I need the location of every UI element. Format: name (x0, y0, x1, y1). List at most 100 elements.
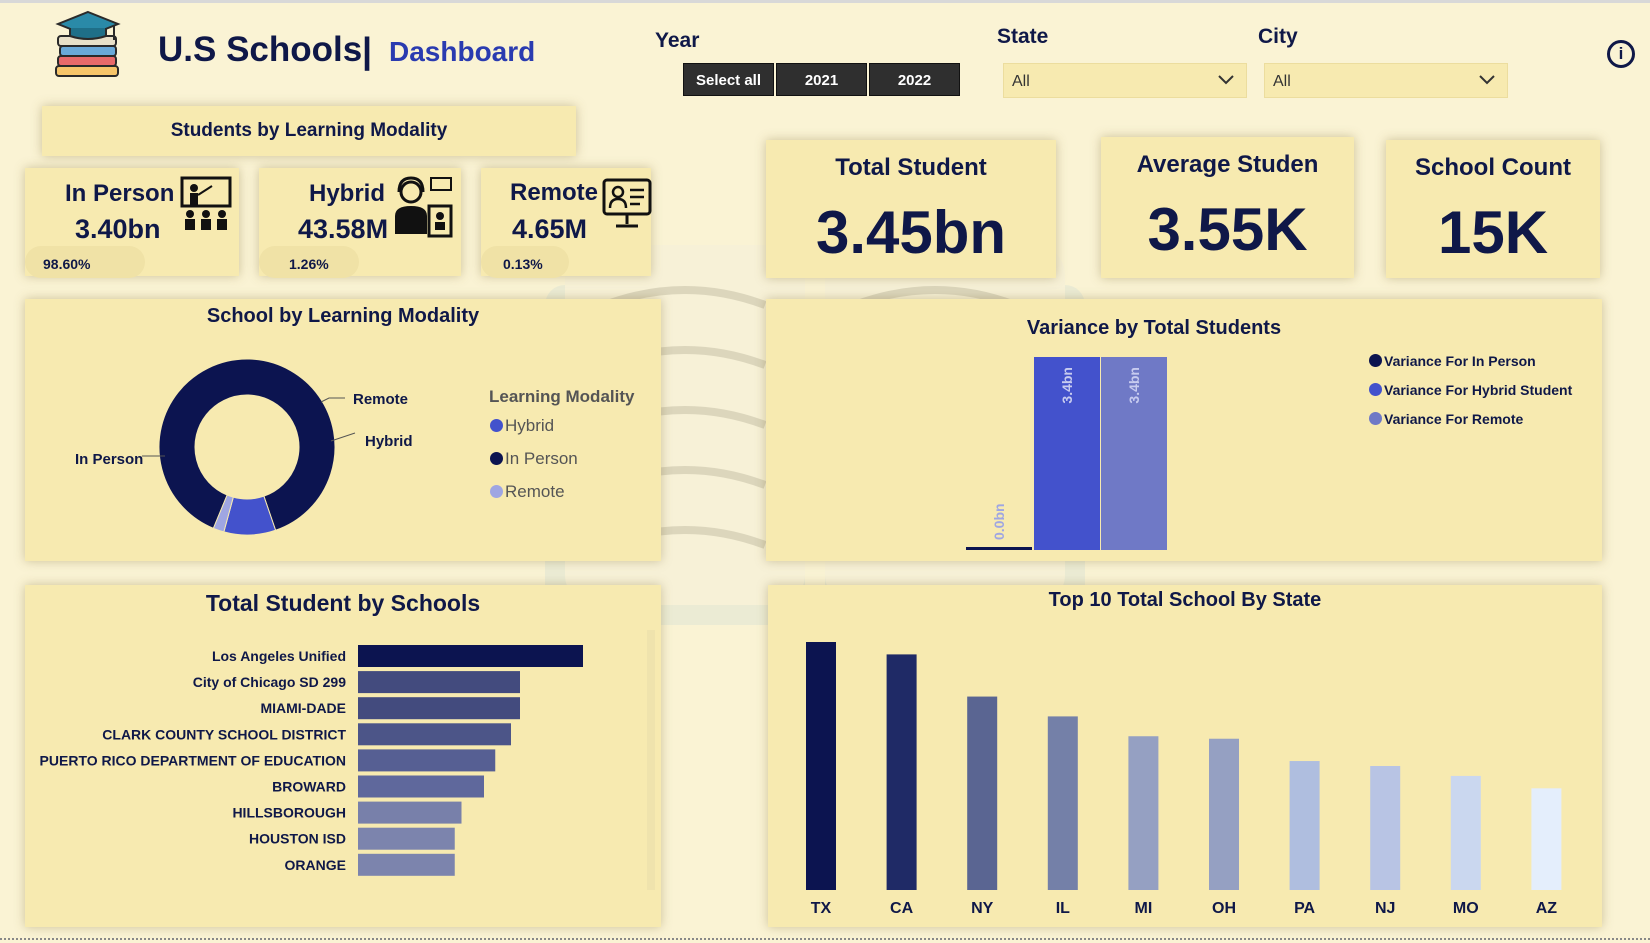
variance-data-label: 3.4bn (1059, 367, 1075, 404)
graduation-books-logo-icon (55, 10, 121, 77)
state-filter-label: State (997, 25, 1049, 48)
city-dropdown-value: All (1273, 73, 1291, 90)
state-dropdown-value: All (1012, 73, 1030, 90)
donut-label-remote: Remote (353, 391, 409, 408)
legend-item-variance-in-person[interactable]: Variance For In Person (1369, 353, 1536, 369)
column-tick-label: TX (811, 900, 832, 917)
column-tick-label: IL (1056, 900, 1070, 917)
kpi-total-student: Total Student 3.45bn (766, 140, 1056, 278)
column-bar[interactable] (886, 654, 917, 890)
app-title: U.S Schools (158, 30, 363, 69)
legend-item-variance-hybrid[interactable]: Variance For Hybrid Student (1369, 382, 1572, 398)
legend-dot (1369, 383, 1382, 396)
legend-label: Remote (505, 482, 565, 501)
column-bar[interactable] (1531, 788, 1562, 890)
state-dropdown[interactable]: All (1003, 63, 1247, 98)
column-bar[interactable] (1209, 738, 1239, 890)
year-2022-button[interactable]: 2022 (869, 63, 960, 96)
variance-bar-chart[interactable]: 0.0bn 3.4bn 3.4bn (766, 299, 1602, 561)
donut-label-hybrid: Hybrid (365, 433, 413, 450)
hbar-bar[interactable] (358, 827, 455, 850)
classroom-teacher-icon (180, 176, 232, 230)
year-select-all-button[interactable]: Select all (683, 63, 774, 96)
chevron-down-icon (1218, 75, 1234, 85)
title-separator: | (362, 30, 373, 71)
hbar-bar[interactable] (358, 801, 462, 824)
column-chart[interactable]: TX CA NY IL MI OH PA NJ MO AZ (768, 585, 1602, 927)
leader-line-remote (320, 397, 345, 403)
kpi-average-student-label: Average Studen (1136, 151, 1319, 178)
column-tick-label: NY (971, 900, 994, 917)
variance-data-label: 3.4bn (1126, 367, 1142, 404)
legend-item-hybrid[interactable]: Hybrid (490, 416, 554, 436)
remote-value: 4.65M (512, 214, 588, 244)
hbar-category-label: City of Chicago SD 299 (193, 674, 346, 690)
in-person-value: 3.40bn (75, 214, 161, 244)
kpi-total-student-value: 3.45bn (815, 199, 1007, 266)
kpi-total-student-label: Total Student (835, 154, 987, 181)
column-tick-label: OH (1212, 900, 1236, 917)
column-bar[interactable] (1047, 716, 1078, 890)
hbar-bar[interactable] (358, 645, 583, 667)
chevron-down-icon (1479, 75, 1495, 85)
variance-data-label: 0.0bn (991, 503, 1007, 540)
hbar-category-label: PUERTO RICO DEPARTMENT OF EDUCATION (40, 752, 346, 768)
hbar-bar[interactable] (358, 723, 511, 746)
remote-percent: 0.13% (481, 246, 569, 278)
hbar-bar[interactable] (358, 671, 520, 694)
column-tick-label: AZ (1536, 900, 1558, 917)
legend-label: In Person (505, 449, 578, 468)
kpi-school-count-value: 15K (1437, 199, 1549, 266)
hbar-bar[interactable] (358, 749, 496, 772)
year-filter-label: Year (655, 29, 700, 52)
column-bar[interactable] (1128, 736, 1159, 890)
variance-chart-panel: Variance by Total Students 0.0bn 3.4bn 3.4… (766, 299, 1602, 561)
kpi-average-student-value: 3.55K (1147, 196, 1308, 263)
top-border (0, 0, 1650, 3)
column-tick-label: MI (1135, 900, 1153, 917)
hbar-category-label: ORANGE (285, 857, 346, 873)
hbar-category-label: MIAMI-DADE (260, 700, 346, 716)
legend-label: Hybrid (505, 416, 555, 435)
column-bar[interactable] (1370, 766, 1401, 890)
kpi-average-student: Average Studen 3.55K (1101, 137, 1354, 278)
hybrid-card[interactable]: Hybrid 43.58M 1.26% (259, 168, 461, 278)
city-dropdown[interactable]: All (1264, 63, 1508, 98)
in-person-card[interactable]: In Person 3.40bn 98.60% (25, 168, 239, 278)
hbar-chart[interactable]: Los Angeles Unified City of Chicago SD 29… (25, 585, 661, 927)
legend-item-variance-remote[interactable]: Variance For Remote (1369, 411, 1523, 427)
modality-section-header: Students by Learning Modality (42, 106, 576, 156)
hbar-scrollbar[interactable] (647, 630, 655, 890)
hbar-bar[interactable] (358, 775, 484, 798)
hbar-bar[interactable] (358, 697, 520, 720)
column-bar[interactable] (1289, 761, 1320, 890)
city-filter-label: City (1258, 25, 1298, 48)
hybrid-label: Hybrid (309, 180, 386, 207)
legend-dot (1369, 354, 1382, 367)
kpi-school-count: School Count 15K (1386, 140, 1600, 278)
donut-chart[interactable] (25, 299, 661, 561)
hbar-category-label: BROWARD (272, 779, 346, 795)
variance-bar[interactable] (966, 547, 1032, 550)
hbar-bar[interactable] (358, 853, 455, 876)
info-icon[interactable]: i (1607, 40, 1635, 68)
column-tick-label: CA (890, 900, 914, 917)
hbar-category-label: HILLSBOROUGH (232, 805, 346, 821)
column-chart-panel: Top 10 Total School By State TX CA NY IL MI O… (768, 585, 1602, 927)
column-bar[interactable] (967, 696, 998, 890)
column-bar[interactable] (1450, 775, 1481, 890)
remote-card[interactable]: Remote 4.65M 0.13% (481, 168, 652, 278)
hbar-chart-panel: Total Student by Schools Los Angeles Uni… (25, 585, 661, 927)
column-bar[interactable] (806, 642, 836, 890)
in-person-percent: 98.60% (25, 246, 145, 278)
legend-dot (490, 485, 503, 498)
hybrid-learner-icon (395, 176, 453, 238)
legend-label: Variance For Remote (1384, 411, 1524, 427)
donut-label-in-person: In Person (75, 451, 144, 468)
donut-chart-panel: School by Learning Modality Learning Mod… (25, 299, 661, 561)
donut-legend-title: Learning Modality (489, 387, 635, 406)
legend-item-remote[interactable]: Remote (490, 482, 565, 502)
hbar-category-label: CLARK COUNTY SCHOOL DISTRICT (102, 726, 346, 742)
legend-item-in-person[interactable]: In Person (490, 449, 578, 469)
year-2021-button[interactable]: 2021 (776, 63, 867, 96)
